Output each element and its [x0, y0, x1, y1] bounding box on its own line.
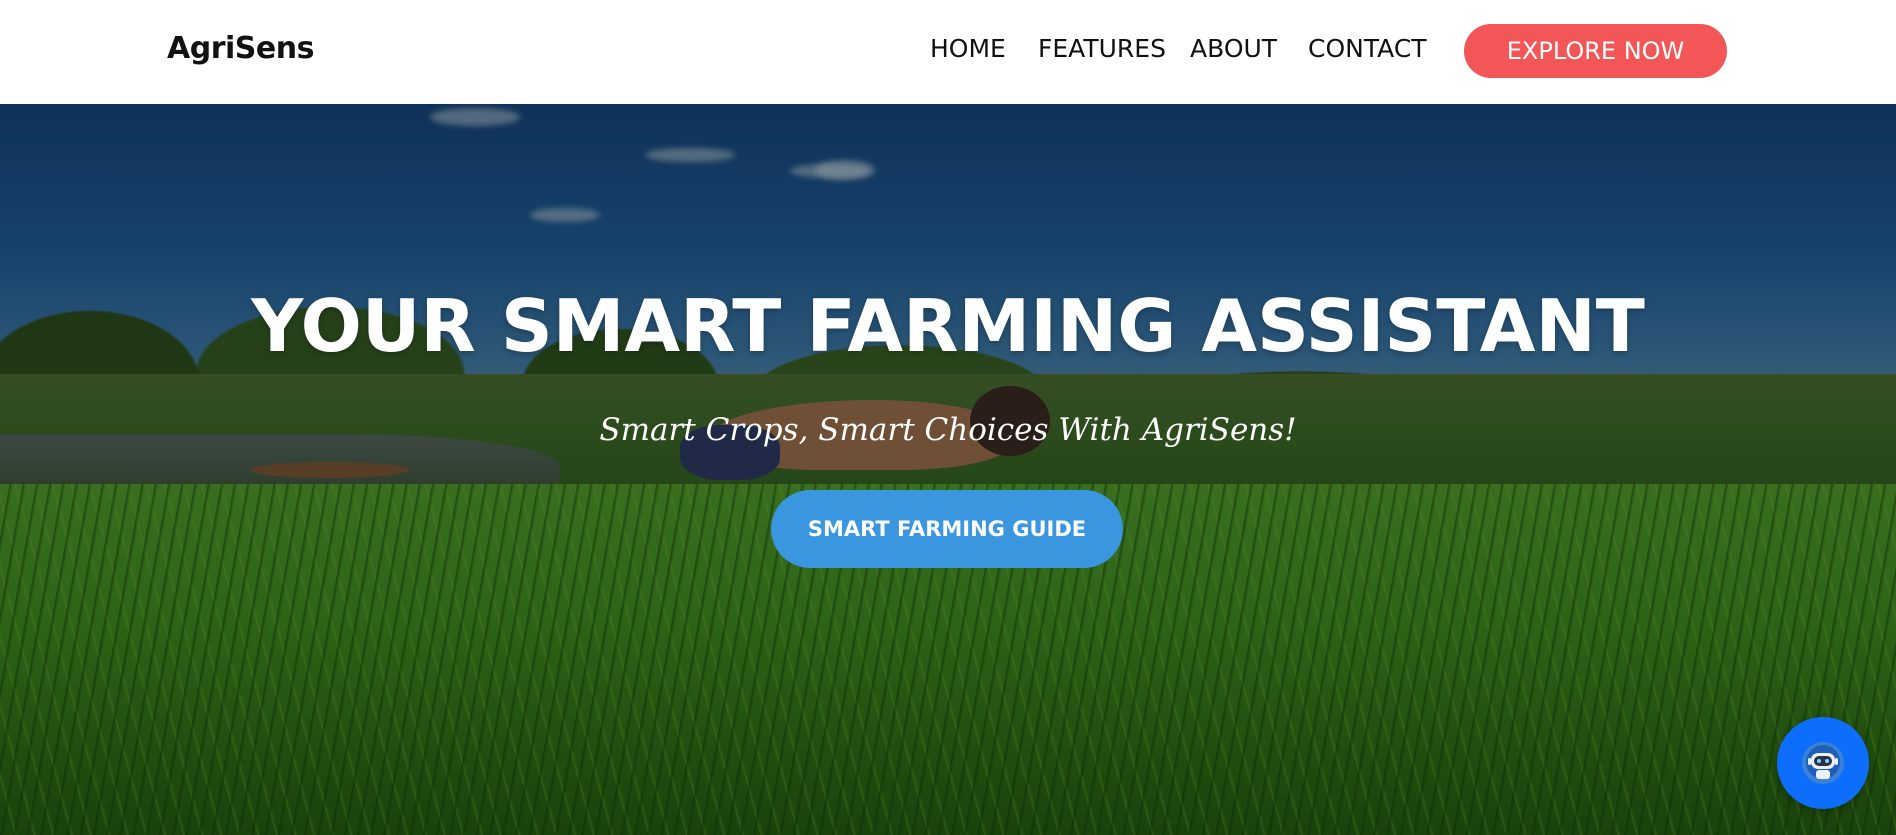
hero-background-image — [0, 104, 1896, 835]
smart-farming-guide-button[interactable]: SMART FARMING GUIDE — [771, 490, 1123, 568]
nav-link-contact[interactable]: CONTACT — [1308, 34, 1427, 63]
nav-link-features[interactable]: FEATURES — [1038, 34, 1166, 63]
hero-section: YOUR SMART FARMING ASSISTANT Smart Crops… — [0, 104, 1896, 835]
hero-title: YOUR SMART FARMING ASSISTANT — [251, 284, 1645, 368]
nav-link-home[interactable]: HOME — [930, 34, 1006, 63]
explore-now-button[interactable]: EXPLORE NOW — [1464, 24, 1727, 78]
navbar: AgriSens HOME FEATURES ABOUT CONTACT EXP… — [0, 0, 1896, 104]
nav-link-about[interactable]: ABOUT — [1190, 34, 1277, 63]
chatbot-robot-icon — [1802, 742, 1844, 784]
hero-subtitle: Smart Crops, Smart Choices With AgriSens… — [599, 412, 1297, 448]
chatbot-button[interactable] — [1777, 717, 1869, 809]
brand-logo[interactable]: AgriSens — [167, 31, 314, 66]
